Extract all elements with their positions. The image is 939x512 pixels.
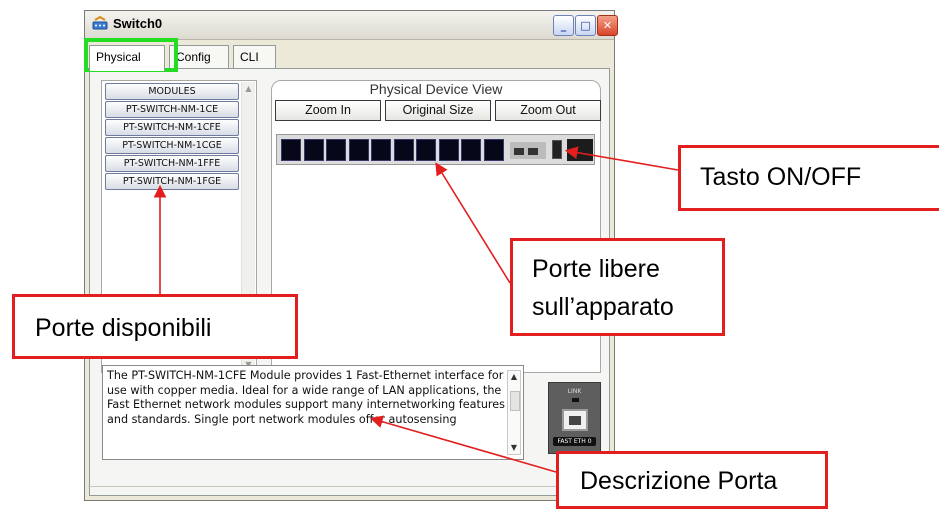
module-item[interactable]: PT-SWITCH-NM-1CGE bbox=[105, 137, 239, 154]
minimize-button[interactable]: _ bbox=[553, 15, 574, 36]
annotation-available-ports: Porte disponibili bbox=[12, 294, 298, 359]
module-description-box: The PT-SWITCH-NM-1CFE Module provides 1 … bbox=[102, 365, 524, 460]
annotation-port-description-text: Descrizione Porta bbox=[580, 467, 778, 495]
status-bar bbox=[88, 486, 611, 498]
module-eth-label: FAST ETH 0 bbox=[553, 437, 596, 446]
annotation-port-description: Descrizione Porta bbox=[556, 451, 828, 509]
window-title: Switch0 bbox=[113, 16, 163, 31]
scroll-up-icon[interactable]: ▲ bbox=[508, 371, 520, 383]
ethernet-port[interactable] bbox=[461, 139, 481, 161]
console-port bbox=[514, 148, 524, 155]
module-description: The PT-SWITCH-NM-1CFE Module provides 1 … bbox=[107, 369, 505, 426]
scroll-thumb[interactable] bbox=[510, 391, 520, 411]
scroll-down-icon[interactable]: ▼ bbox=[508, 442, 520, 454]
ethernet-port[interactable] bbox=[371, 139, 391, 161]
ethernet-port[interactable] bbox=[326, 139, 346, 161]
zoom-in-button[interactable]: Zoom In bbox=[275, 100, 381, 121]
power-switch[interactable] bbox=[552, 140, 562, 159]
annotation-power-text: Tasto ON/OFF bbox=[700, 163, 862, 191]
ethernet-port[interactable] bbox=[438, 139, 459, 161]
tab-physical[interactable]: Physical bbox=[89, 45, 165, 71]
aux-port bbox=[528, 148, 538, 155]
module-image: LINK FAST ETH 0 bbox=[548, 382, 601, 454]
switch-chassis bbox=[276, 134, 595, 165]
module-item[interactable]: PT-SWITCH-NM-1FGE bbox=[105, 173, 239, 190]
ethernet-port[interactable] bbox=[393, 139, 414, 161]
annotation-free-ports-line1: Porte libere bbox=[532, 255, 660, 283]
annotation-free-ports: Porte libere sull’apparato bbox=[510, 238, 725, 336]
close-button[interactable]: ✕ bbox=[597, 15, 618, 36]
rj45-port-icon bbox=[562, 409, 588, 431]
module-item[interactable]: PT-SWITCH-NM-1CE bbox=[105, 101, 239, 118]
tab-config[interactable]: Config bbox=[169, 45, 229, 69]
physical-view-title: Physical Device View bbox=[369, 81, 503, 97]
link-led bbox=[572, 398, 579, 402]
switch-icon bbox=[92, 15, 108, 30]
module-item[interactable]: PT-SWITCH-NM-1CFE bbox=[105, 119, 239, 136]
module-item[interactable]: PT-SWITCH-NM-1FFE bbox=[105, 155, 239, 172]
module-link-label: LINK bbox=[567, 388, 582, 395]
annotation-power-button: Tasto ON/OFF bbox=[678, 145, 939, 211]
tab-cli[interactable]: CLI bbox=[233, 45, 276, 69]
scroll-up-icon[interactable]: ▲ bbox=[242, 82, 255, 95]
original-size-button[interactable]: Original Size bbox=[385, 100, 491, 121]
ethernet-port[interactable] bbox=[483, 139, 504, 161]
description-scrollbar[interactable]: ▲ ▼ bbox=[507, 370, 521, 455]
console-port-area bbox=[510, 142, 546, 159]
ethernet-port[interactable] bbox=[281, 139, 301, 161]
annotation-available-ports-text: Porte disponibili bbox=[35, 314, 212, 342]
zoom-out-button[interactable]: Zoom Out bbox=[495, 100, 601, 121]
modules-header: MODULES bbox=[105, 83, 239, 100]
power-socket bbox=[567, 139, 593, 161]
maximize-button[interactable]: □ bbox=[575, 15, 596, 36]
ethernet-port[interactable] bbox=[416, 139, 436, 161]
title-bar[interactable]: Switch0 _ □ ✕ bbox=[85, 11, 618, 40]
ethernet-port[interactable] bbox=[348, 139, 369, 161]
annotation-free-ports-line2: sull’apparato bbox=[532, 293, 674, 321]
ethernet-port[interactable] bbox=[303, 139, 324, 161]
